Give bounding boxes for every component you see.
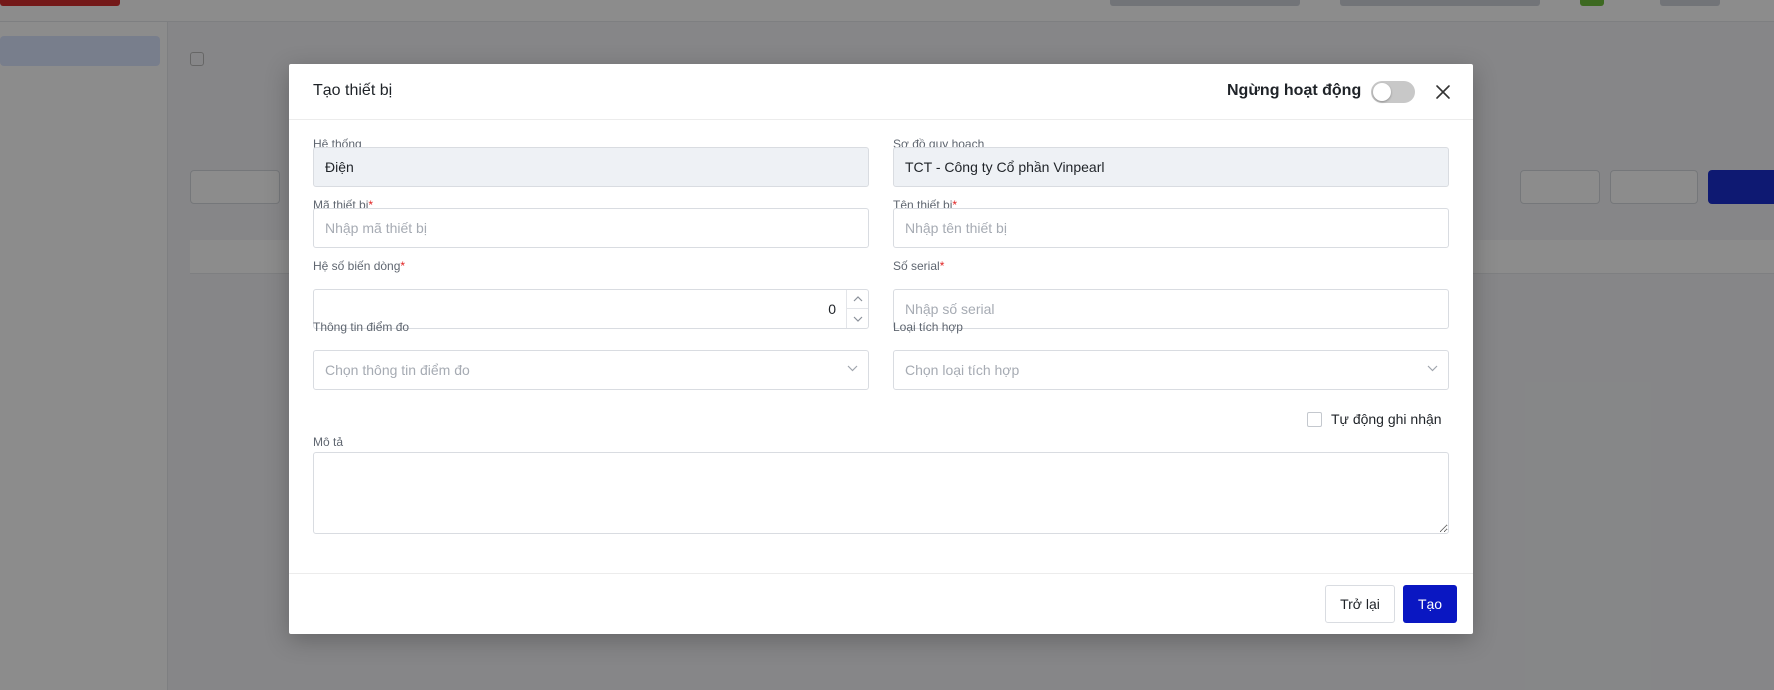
auto-record-checkbox-row[interactable]: Tự động ghi nhận <box>1307 409 1442 429</box>
transform-ratio-label: Hệ số biến dòng* <box>313 259 405 273</box>
integration-type-select[interactable]: Chọn loại tích hợp <box>893 350 1449 390</box>
measure-point-select[interactable]: Chọn thông tin điểm đo <box>313 350 869 390</box>
auto-record-checkbox[interactable] <box>1307 411 1322 427</box>
status-label: Ngừng hoạt động <box>1227 82 1362 99</box>
modal-header: Tạo thiết bị Ngừng hoạt động <box>289 64 1473 120</box>
chevron-down-icon <box>1427 365 1438 372</box>
stepper-up-button[interactable] <box>847 290 868 309</box>
serial-number-label: Số serial* <box>893 259 944 273</box>
inactive-toggle[interactable] <box>1371 81 1415 103</box>
close-button[interactable] <box>1433 82 1453 102</box>
required-mark: * <box>400 259 406 273</box>
system-field[interactable] <box>313 147 869 187</box>
chevron-down-icon <box>847 365 858 372</box>
chevron-down-icon <box>853 316 862 322</box>
auto-record-label[interactable]: Tự động ghi nhận <box>1331 411 1442 427</box>
serial-number-input[interactable] <box>893 289 1449 329</box>
modal-footer: Trở lại Tạo <box>289 573 1473 634</box>
create-button[interactable]: Tạo <box>1403 585 1457 623</box>
device-name-input[interactable] <box>893 208 1449 248</box>
create-device-modal: Tạo thiết bị Ngừng hoạt động Hệ thống Sơ… <box>289 64 1473 634</box>
description-label: Mô tả <box>313 435 344 449</box>
measure-point-label: Thông tin điểm đo <box>313 320 410 334</box>
measure-point-placeholder: Chọn thông tin điểm đo <box>325 362 470 378</box>
integration-type-placeholder: Chọn loại tích hợp <box>905 362 1020 378</box>
serial-number-label-text: Số serial <box>893 259 940 273</box>
toggle-knob <box>1373 83 1391 101</box>
modal-title: Tạo thiết bị <box>313 82 393 99</box>
transform-ratio-label-text: Hệ số biến dòng <box>313 259 401 273</box>
stepper-controls <box>846 290 868 328</box>
integration-type-label: Loại tích hợp <box>893 320 963 334</box>
required-mark: * <box>939 259 945 273</box>
transform-ratio-value[interactable]: 0 <box>828 301 836 317</box>
close-icon <box>1436 85 1450 99</box>
stepper-down-button[interactable] <box>847 309 868 328</box>
plan-diagram-field[interactable] <box>893 147 1449 187</box>
chevron-up-icon <box>853 296 862 302</box>
back-button[interactable]: Trở lại <box>1325 585 1395 623</box>
device-code-input[interactable] <box>313 208 869 248</box>
description-textarea[interactable] <box>313 452 1449 534</box>
